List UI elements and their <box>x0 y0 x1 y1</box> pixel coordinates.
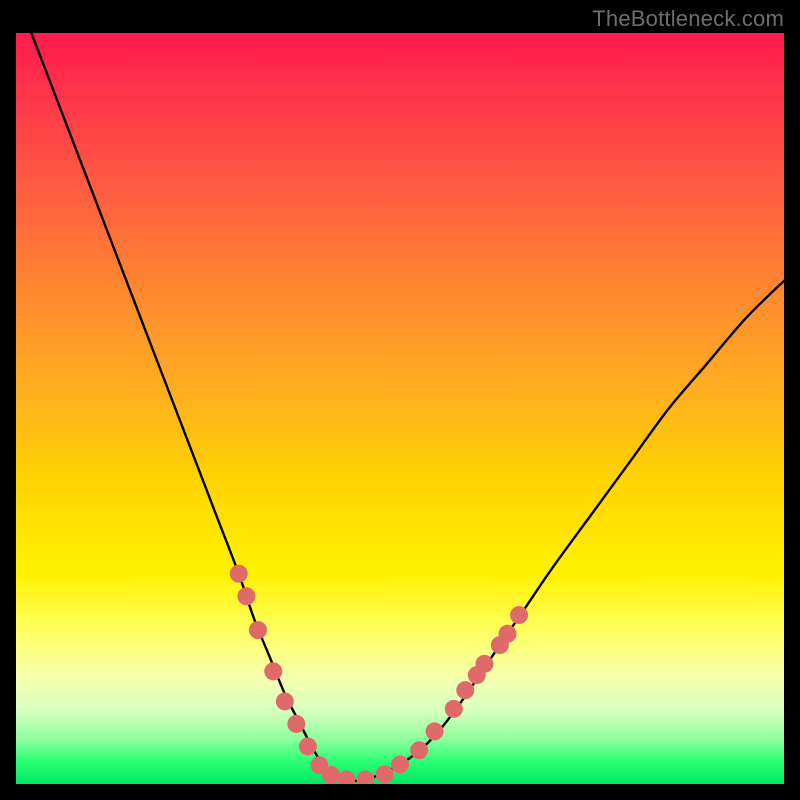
curve-marker <box>499 625 517 643</box>
curve-marker <box>287 715 305 733</box>
chart-frame <box>16 33 784 784</box>
curve-marker <box>356 770 374 784</box>
curve-marker <box>391 755 409 773</box>
watermark-text: TheBottleneck.com <box>592 6 784 32</box>
curve-marker <box>475 655 493 673</box>
curve-marker <box>376 765 394 783</box>
curve-marker <box>337 770 355 784</box>
curve-marker <box>299 737 317 755</box>
curve-marker <box>510 606 528 624</box>
curve-marker <box>445 700 463 718</box>
curve-marker <box>276 692 294 710</box>
curve-marker <box>264 662 282 680</box>
curve-marker <box>249 621 267 639</box>
curve-marker <box>230 565 248 583</box>
curve-marker <box>426 722 444 740</box>
curve-marker <box>410 741 428 759</box>
curve-marker <box>237 587 255 605</box>
curve-marker <box>322 766 340 784</box>
curve-markers <box>230 565 528 784</box>
chart-overlay <box>16 33 784 784</box>
bottleneck-curve <box>16 33 784 781</box>
curve-marker <box>456 681 474 699</box>
